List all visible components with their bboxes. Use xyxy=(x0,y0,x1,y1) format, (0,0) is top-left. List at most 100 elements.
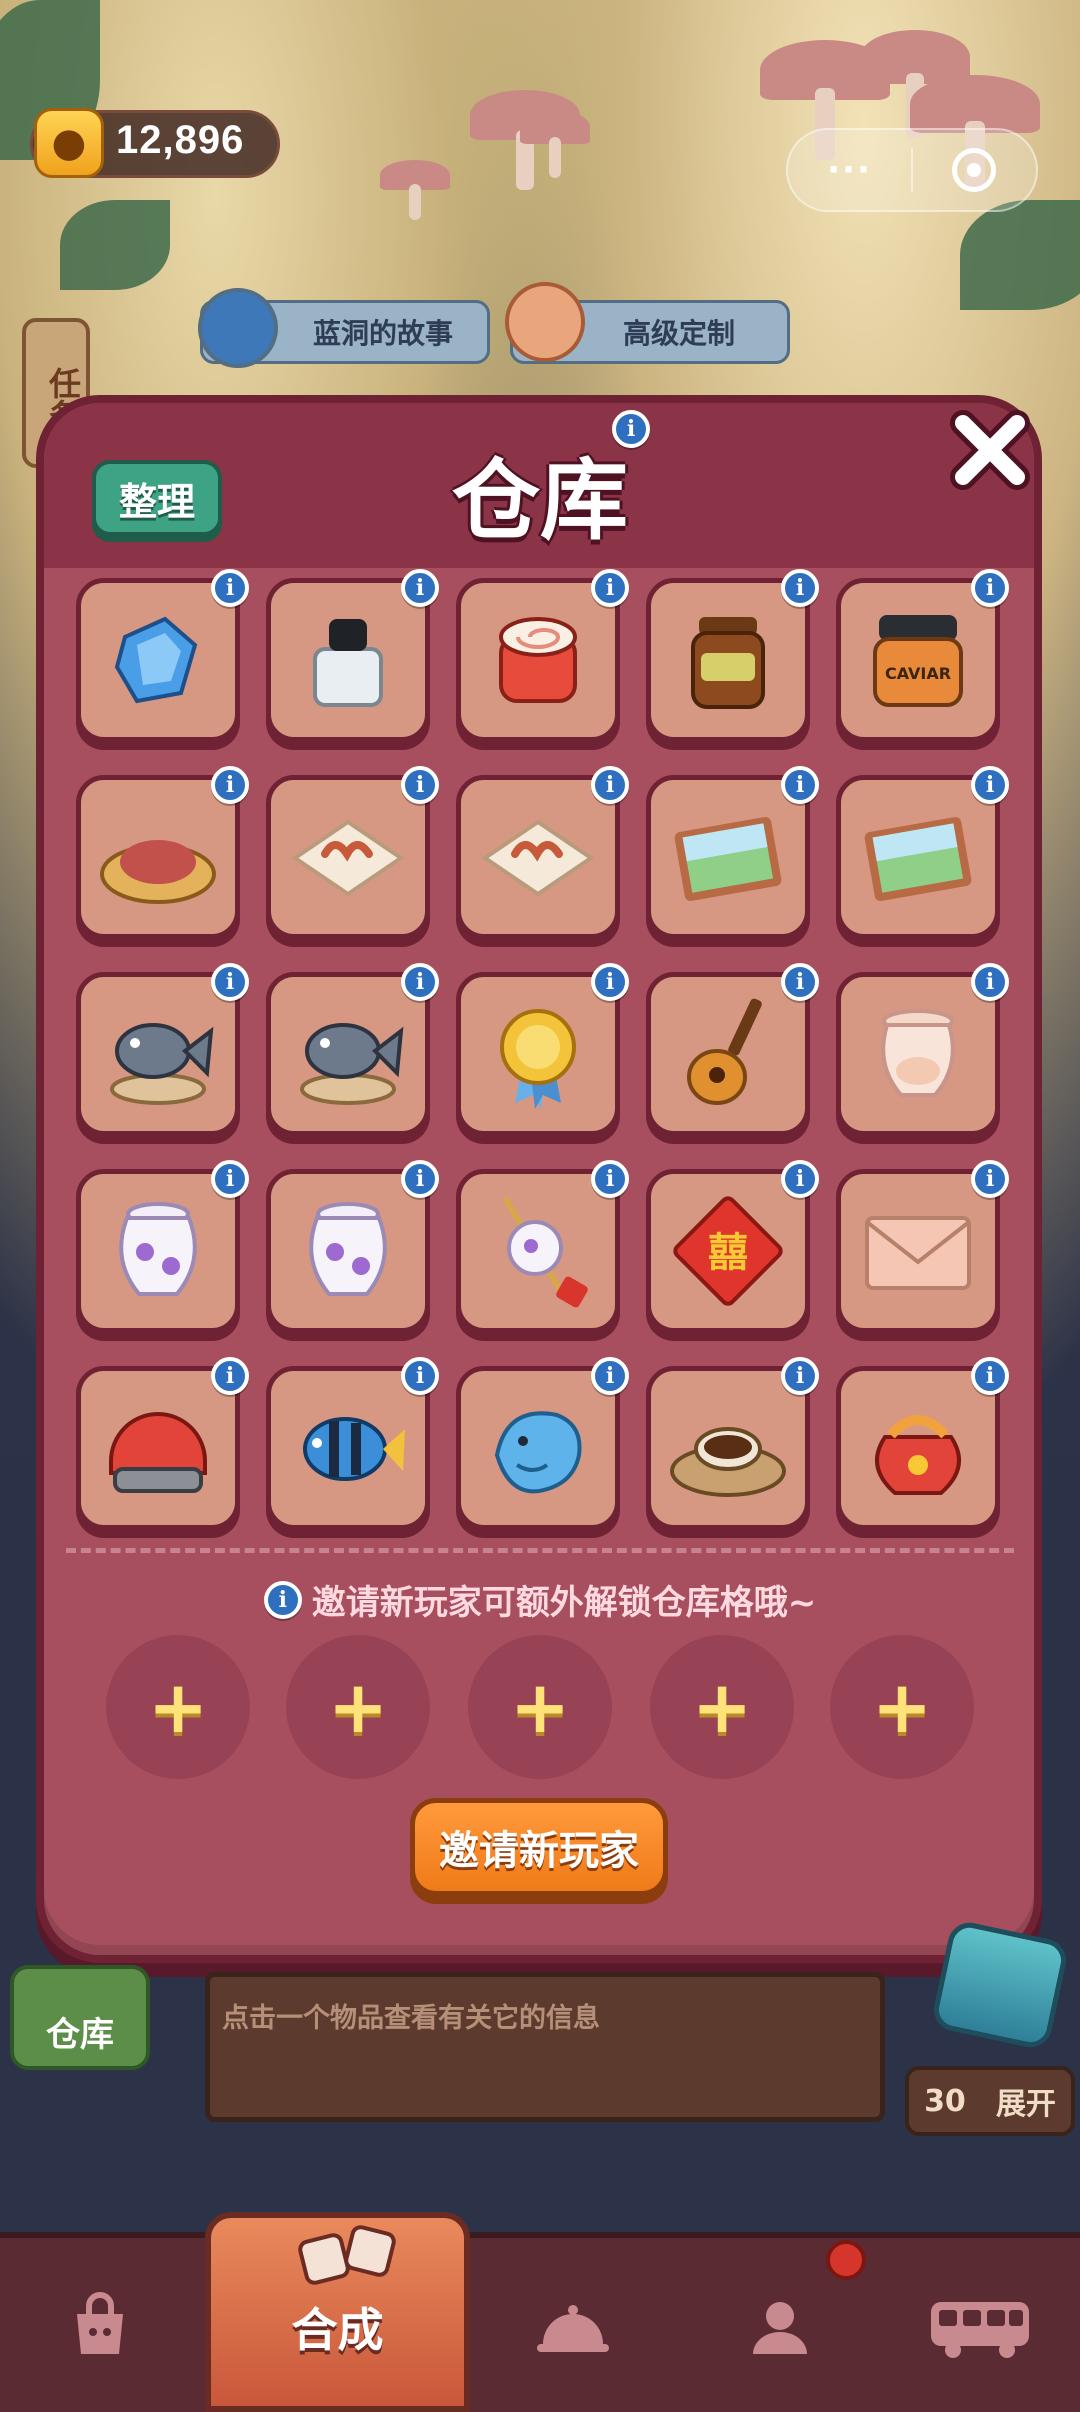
merge-icon xyxy=(298,2225,396,2285)
info-icon[interactable]: i xyxy=(781,766,819,804)
bell-icon xyxy=(537,2305,609,2352)
info-icon[interactable]: i xyxy=(591,1160,629,1198)
info-icon[interactable]: i xyxy=(971,766,1009,804)
nav-merge-icon-wrap xyxy=(258,2220,438,2290)
info-icon[interactable]: i xyxy=(591,766,629,804)
bus-icon xyxy=(931,2302,1029,2358)
expand-button[interactable]: 30 展开 xyxy=(905,2066,1075,2136)
item-slot-caviar-jar[interactable]: CAVIAR i xyxy=(836,569,1009,742)
nav-service-tab[interactable] xyxy=(483,2262,663,2392)
item-slot-porcelain-jar-1[interactable]: i xyxy=(76,1160,249,1333)
miniapp-capsule: ··· xyxy=(786,128,1038,212)
item-slot-meat-plate[interactable]: i xyxy=(76,766,249,939)
item-slot-double-happiness[interactable]: 囍i xyxy=(646,1160,819,1333)
item-slot-puzzle-2[interactable]: i xyxy=(836,766,1009,939)
octopus-plate-icon xyxy=(291,819,405,897)
item-slot-fish-statue-1[interactable]: i xyxy=(76,963,249,1136)
info-icon[interactable]: i xyxy=(781,963,819,1001)
item-slot-gold-medal[interactable]: i xyxy=(456,963,629,1136)
grid-divider xyxy=(66,1548,1014,1553)
profile-icon xyxy=(753,2302,807,2354)
dolphin-icon xyxy=(494,1411,582,1494)
locked-slot[interactable]: + xyxy=(468,1635,612,1779)
item-slot-swirl-cake[interactable]: i xyxy=(456,569,629,742)
item-slot-lucky-bag[interactable]: i xyxy=(836,1357,1009,1530)
puzzle-icon xyxy=(864,816,972,902)
plus-icon: + xyxy=(147,1665,209,1749)
info-icon[interactable]: i xyxy=(211,1357,249,1395)
glass-jar-icon xyxy=(881,1009,955,1097)
close-button[interactable] xyxy=(940,400,1040,500)
item-slot-glass-jar[interactable]: i xyxy=(836,963,1009,1136)
info-icon[interactable]: i xyxy=(211,766,249,804)
info-icon[interactable]: i xyxy=(971,963,1009,1001)
item-slot-puzzle-1[interactable]: i xyxy=(646,766,819,939)
fish-statue-icon xyxy=(110,1023,214,1105)
locked-slot[interactable]: + xyxy=(830,1635,974,1779)
nav-profile-tab[interactable] xyxy=(690,2262,870,2392)
ink-bottle-icon xyxy=(313,619,383,707)
porcelain-jar-icon xyxy=(309,1202,387,1296)
info-icon[interactable]: i xyxy=(211,1160,249,1198)
item-slot-porcelain-charm[interactable]: i xyxy=(456,1160,629,1333)
close-miniapp-button[interactable] xyxy=(913,148,1036,192)
item-slot-blue-gem[interactable]: i xyxy=(76,569,249,742)
invite-button[interactable]: 邀请新玩家 xyxy=(410,1798,668,1896)
info-icon[interactable]: i xyxy=(971,569,1009,607)
expand-label: 展开 xyxy=(995,2087,1056,2122)
fish-statue-icon xyxy=(300,1023,404,1105)
info-icon[interactable]: i xyxy=(401,569,439,607)
porcelain-jar-icon xyxy=(119,1202,197,1296)
item-slot-octopus-plate-1[interactable]: i xyxy=(266,766,439,939)
info-icon[interactable]: i xyxy=(263,1580,302,1619)
item-slot-dolphin[interactable]: i xyxy=(456,1357,629,1530)
info-icon[interactable]: i xyxy=(401,1160,439,1198)
meat-plate-icon xyxy=(100,840,216,904)
locked-slot[interactable]: + xyxy=(650,1635,794,1779)
item-slot-ink-bottle[interactable]: i xyxy=(266,569,439,742)
info-icon[interactable]: i xyxy=(612,410,650,448)
item-slot-helmet[interactable]: i xyxy=(76,1357,249,1530)
envelope-icon xyxy=(865,1216,971,1290)
info-icon[interactable]: i xyxy=(591,1357,629,1395)
info-icon[interactable]: i xyxy=(211,569,249,607)
info-icon[interactable]: i xyxy=(781,1357,819,1395)
notification-dot xyxy=(826,2240,866,2280)
item-slot-noodle-bowl[interactable]: i xyxy=(646,1357,819,1530)
nav-travel-tab[interactable] xyxy=(890,2262,1070,2392)
info-icon[interactable]: i xyxy=(401,963,439,1001)
more-button[interactable]: ··· xyxy=(788,150,911,190)
item-slot-porcelain-jar-2[interactable]: i xyxy=(266,1160,439,1333)
shop-bag-icon xyxy=(77,2292,123,2354)
locked-slot[interactable]: + xyxy=(106,1635,250,1779)
info-icon[interactable]: i xyxy=(211,963,249,1001)
info-icon[interactable]: i xyxy=(591,569,629,607)
item-slot-envelope[interactable]: i xyxy=(836,1160,1009,1333)
caviar-jar-icon: CAVIAR xyxy=(873,615,963,707)
item-slot-tropical-fish[interactable]: i xyxy=(266,1357,439,1530)
svg-text:CAVIAR: CAVIAR xyxy=(885,664,951,683)
info-icon[interactable]: i xyxy=(781,569,819,607)
info-icon[interactable]: i xyxy=(781,1160,819,1198)
storage-button[interactable]: 仓库 xyxy=(10,1965,150,2070)
plus-icon: + xyxy=(871,1665,933,1749)
plus-icon: + xyxy=(327,1665,389,1749)
close-icon xyxy=(950,410,1030,490)
locked-slot[interactable]: + xyxy=(286,1635,430,1779)
info-icon[interactable]: i xyxy=(591,963,629,1001)
nav-shop-tab[interactable] xyxy=(10,2262,190,2392)
info-icon[interactable]: i xyxy=(401,1357,439,1395)
paint-roller-icon xyxy=(198,288,278,368)
info-icon[interactable]: i xyxy=(971,1160,1009,1198)
info-icon[interactable]: i xyxy=(971,1357,1009,1395)
invite-hint-text: 邀请新玩家可额外解锁仓库格哦~ xyxy=(311,1583,817,1623)
cake-roll-icon xyxy=(499,617,577,703)
item-slot-sauce-jar[interactable]: i xyxy=(646,569,819,742)
item-slot-octopus-plate-2[interactable]: i xyxy=(456,766,629,939)
coin-count: 12,896 xyxy=(116,118,245,162)
item-slot-fish-statue-2[interactable]: i xyxy=(266,963,439,1136)
porcelain-charm-icon xyxy=(502,1196,588,1308)
item-info-text: 点击一个物品查看有关它的信息 xyxy=(222,2003,600,2034)
info-icon[interactable]: i xyxy=(401,766,439,804)
item-slot-guitar[interactable]: i xyxy=(646,963,819,1136)
